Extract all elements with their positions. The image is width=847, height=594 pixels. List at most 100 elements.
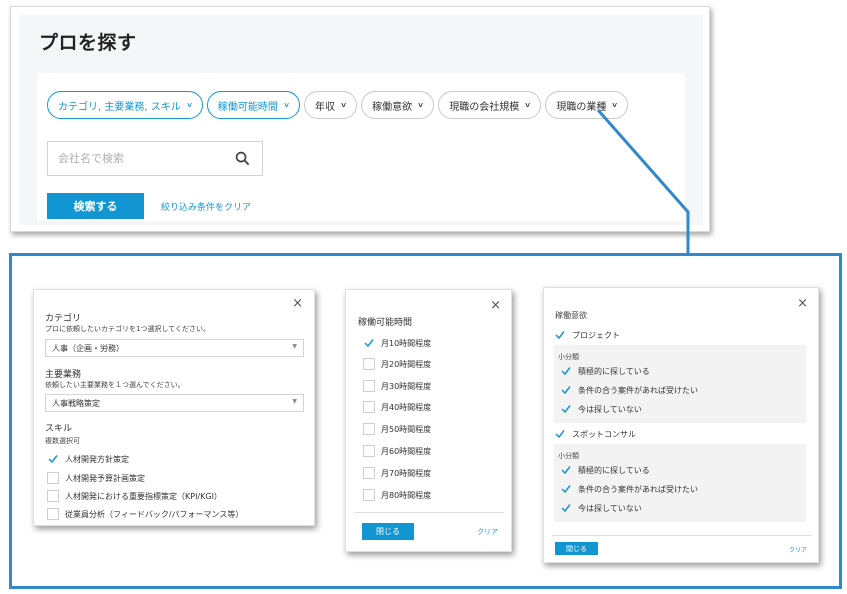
page-title: プロを探す [39, 32, 137, 54]
checkmark-icon [561, 405, 571, 414]
hours-option-label: 月60時間程度 [381, 446, 432, 456]
hours-option-label: 月40時間程度 [381, 402, 432, 412]
chevron-down-icon: ∨ [185, 101, 193, 109]
checkbox[interactable] [47, 472, 59, 484]
checkbox[interactable] [363, 467, 375, 479]
skill-option[interactable]: 人材開発予算計画策定 [47, 472, 145, 484]
chip-working-hours[interactable]: 稼働可能時間 ∨ [206, 91, 300, 119]
search-panel-inner: プロを探す カテゴリ, 主要業務, スキル ∨ 稼働可能時間 ∨ 年収 ∨ 稼働意欲 ∨… [19, 15, 703, 225]
chip-label: カテゴリ, 主要業務, スキル [58, 101, 181, 113]
category-heading: カテゴリ [45, 314, 82, 324]
checkmark-icon [561, 485, 571, 494]
chip-label: 現職の業種 [556, 101, 607, 113]
checkbox[interactable] [47, 490, 59, 502]
category-select[interactable]: 人事（企画・労務） ▼ [45, 339, 304, 357]
motivation-group-option[interactable]: プロジェクト [554, 329, 620, 341]
motivation-heading: 稼働意欲 [555, 311, 587, 320]
skill-heading: スキル [45, 424, 73, 434]
company-search-field [47, 141, 263, 176]
hours-option-label: 月80時間程度 [381, 490, 432, 500]
chip-label: 稼働意欲 [372, 101, 413, 113]
subcategory-title: 小分類 [558, 353, 579, 361]
clear-filters-link[interactable]: 絞り込み条件をクリア [161, 200, 251, 213]
chip-industry[interactable]: 現職の業種 ∨ [545, 91, 629, 119]
hours-option-label: 月30時間程度 [381, 381, 432, 391]
caret-down-icon: ▼ [292, 398, 297, 405]
skill-option[interactable]: 人材開発における重要指標策定（KPI/KGI） [47, 490, 222, 502]
chip-company-size[interactable]: 現職の会社規模 ∨ [438, 91, 542, 119]
checkmark-icon [364, 339, 374, 348]
close-icon[interactable]: × [490, 298, 501, 313]
subcategory-option[interactable]: 今は探していない [560, 502, 642, 514]
category-select-value: 人事（企画・労務） [52, 343, 124, 353]
group-label: スポットコンサル [572, 429, 636, 439]
hours-option[interactable]: 月80時間程度 [363, 489, 431, 501]
checkbox[interactable] [363, 423, 375, 435]
checkbox[interactable] [363, 401, 375, 413]
checkbox[interactable] [363, 489, 375, 501]
chip-motivation[interactable]: 稼働意欲 ∨ [361, 91, 435, 119]
search-panel: プロを探す カテゴリ, 主要業務, スキル ∨ 稼働可能時間 ∨ 年収 ∨ 稼働意欲 ∨… [10, 6, 710, 232]
divider [354, 512, 504, 513]
hours-option-label: 月10時間程度 [381, 338, 432, 348]
hours-option-label: 月70時間程度 [381, 468, 432, 478]
skill-note: 複数選択可 [45, 437, 80, 445]
main-work-select[interactable]: 人事戦略策定 ▼ [45, 394, 304, 412]
hours-option[interactable]: 月60時間程度 [363, 445, 431, 457]
skill-option[interactable]: 人材開発方針策定 [47, 453, 129, 465]
close-button[interactable]: 閉じる [362, 523, 414, 540]
motivation-group-option[interactable]: スポットコンサル [554, 428, 636, 440]
checkbox[interactable] [363, 380, 375, 392]
main-work-heading: 主要業務 [45, 370, 82, 380]
company-search-input[interactable] [48, 142, 228, 175]
hours-option[interactable]: 月20時間程度 [363, 358, 431, 370]
checkmark-icon [555, 331, 565, 340]
checkmark-icon [561, 386, 571, 395]
clear-link[interactable]: クリア [477, 527, 498, 537]
skill-option[interactable]: 従業員分析（フィードバック/パフォーマンス等） [47, 508, 243, 520]
subcategory-option[interactable]: 積極的に探している [560, 464, 650, 476]
subcategory-block: 小分類 積極的に探している 条件の合う案件があれば受けたい 今は探していない [554, 345, 806, 423]
subcategory-option[interactable]: 積極的に探している [560, 365, 650, 377]
chip-label: 年収 [314, 101, 335, 113]
chip-annual-income[interactable]: 年収 ∨ [303, 91, 358, 119]
subcategory-option[interactable]: 今は探していない [560, 403, 642, 415]
subcategory-option[interactable]: 条件の合う案件があれば受けたい [560, 483, 698, 495]
filter-chips: カテゴリ, 主要業務, スキル ∨ 稼働可能時間 ∨ 年収 ∨ 稼働意欲 ∨ 現職の会社… [47, 91, 629, 119]
hours-heading: 稼働可能時間 [358, 318, 413, 328]
close-icon[interactable]: × [292, 296, 303, 311]
category-dropdown-panel: × カテゴリ プロに依頼したいカテゴリを1つ選択してください。 人事（企画・労務… [33, 289, 315, 526]
chevron-down-icon: ∨ [339, 101, 348, 109]
chip-category[interactable]: カテゴリ, 主要業務, スキル ∨ [47, 91, 203, 119]
search-icon[interactable] [235, 151, 250, 166]
hours-option[interactable]: 月40時間程度 [363, 401, 431, 413]
subcategory-option-label: 積極的に探している [578, 366, 650, 376]
clear-link[interactable]: クリア [789, 545, 807, 554]
search-button[interactable]: 検索する [47, 193, 144, 219]
group-label: プロジェクト [572, 330, 620, 340]
chevron-down-icon: ∨ [611, 101, 619, 109]
hours-option[interactable]: 月70時間程度 [363, 467, 431, 479]
close-button[interactable]: 閉じる [555, 542, 598, 555]
subcategory-option-label: 条件の合う案件があれば受けたい [578, 385, 698, 395]
skill-option-label: 従業員分析（フィードバック/パフォーマンス等） [65, 509, 244, 519]
screenshot-root: プロを探す カテゴリ, 主要業務, スキル ∨ 稼働可能時間 ∨ 年収 ∨ 稼働意欲 ∨… [0, 0, 847, 594]
chevron-down-icon: ∨ [524, 101, 532, 109]
main-work-select-value: 人事戦略策定 [52, 398, 100, 408]
subcategory-option-label: 今は探していない [578, 404, 642, 414]
subcategory-title: 小分類 [558, 452, 579, 460]
checkmark-icon [561, 504, 571, 513]
checkbox[interactable] [47, 508, 59, 520]
skill-option-label: 人材開発における重要指標策定（KPI/KGI） [65, 491, 222, 501]
subcategory-option[interactable]: 条件の合う案件があれば受けたい [560, 384, 698, 396]
close-icon[interactable]: × [797, 296, 808, 311]
chip-label: 稼働可能時間 [217, 101, 278, 113]
motivation-dropdown-panel: × 稼働意欲 プロジェクト 小分類 積極的に探している 条件の合う案件があれば受… [543, 287, 819, 563]
hours-option[interactable]: 月10時間程度 [363, 337, 431, 349]
hours-dropdown-panel: × 稼働可能時間 月10時間程度 月20時間程度 月30時間程度 月40時間程度… [345, 289, 512, 552]
hours-option[interactable]: 月30時間程度 [363, 380, 431, 392]
main-work-note: 依頼したい主要業務を１つ選んでください。 [45, 381, 185, 389]
hours-option[interactable]: 月50時間程度 [363, 423, 431, 435]
checkbox[interactable] [363, 358, 375, 370]
checkbox[interactable] [363, 445, 375, 457]
